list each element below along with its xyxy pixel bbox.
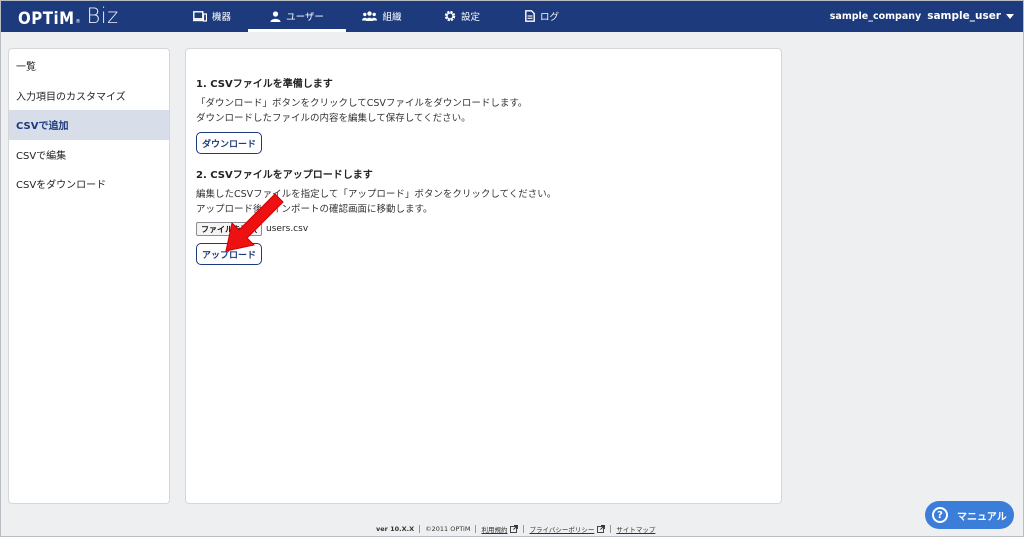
nav-organization[interactable]: 組織 — [346, 0, 418, 32]
footer-separator — [475, 525, 477, 533]
sidebar-item-csv-download[interactable]: CSVをダウンロード — [9, 169, 169, 199]
manual-label: マニュアル — [957, 511, 1007, 523]
nav-settings-label: 設定 — [460, 12, 480, 23]
nav-log-label: ログ — [539, 12, 559, 23]
nav-devices-label: 機器 — [211, 12, 231, 23]
external-link-icon — [510, 525, 519, 533]
footer-separator — [523, 525, 525, 533]
footer-separator — [419, 525, 421, 533]
help-icon: ? — [932, 507, 948, 523]
step1-title: 1. CSVファイルを準備します — [196, 79, 333, 90]
sidebar-item-csv-add[interactable]: CSVで追加 — [9, 110, 169, 140]
device-icon — [192, 10, 207, 22]
user-menu[interactable]: sample_company sample_user — [830, 0, 1014, 32]
document-icon — [525, 10, 535, 22]
nav-users[interactable]: ユーザー — [248, 0, 346, 32]
copyright-text: ©2011 OPTiM — [425, 525, 471, 533]
nav-settings[interactable]: 設定 — [426, 0, 498, 32]
terms-link[interactable]: 利用規約 — [481, 524, 507, 534]
top-header: OPTiM ® Biz 機器 ユーザー 組織 設定 ログ sample_comp… — [0, 0, 1024, 32]
step1-section: 1. CSVファイルを準備します 「ダウンロード」ボタンをクリックしてCSVファ… — [196, 75, 527, 154]
main-panel: 1. CSVファイルを準備します 「ダウンロード」ボタンをクリックしてCSVファ… — [185, 48, 782, 504]
download-button[interactable]: ダウンロード — [196, 132, 263, 154]
sidebar-item-customize-fields[interactable]: 入力項目のカスタマイズ — [9, 81, 169, 111]
logo-main-text: OPTiM — [18, 7, 75, 29]
nav-organization-label: 組織 — [382, 12, 402, 23]
main-nav: 機器 ユーザー 組織 設定 ログ — [176, 0, 586, 32]
sidebar-item-csv-edit[interactable]: CSVで編集 — [9, 140, 169, 170]
user-icon — [270, 10, 281, 22]
manual-button[interactable]: ? マニュアル — [925, 501, 1014, 529]
logo-sub-text: Biz — [86, 4, 119, 28]
group-icon — [362, 11, 378, 21]
step2-title: 2. CSVファイルをアップロードします — [196, 170, 373, 181]
optim-biz-logo[interactable]: OPTiM ® Biz — [18, 4, 119, 28]
footer: ver 10.X.X ©2011 OPTiM 利用規約 プライバシーポリシー サ… — [376, 523, 655, 535]
sidebar: 一覧 入力項目のカスタマイズ CSVで追加 CSVで編集 CSVをダウンロード — [8, 48, 170, 504]
red-arrow-annotation — [225, 193, 284, 252]
company-name: sample_company — [829, 10, 922, 22]
step1-desc-line2: ダウンロードしたファイルの内容を編集して保存してください。 — [196, 113, 471, 124]
nav-users-label: ユーザー — [286, 12, 324, 23]
footer-separator — [610, 525, 612, 533]
caret-down-icon — [1006, 13, 1014, 19]
user-name: sample_user — [927, 10, 1001, 22]
sidebar-item-list[interactable]: 一覧 — [9, 51, 169, 81]
version-text: ver 10.X.X — [376, 525, 415, 533]
external-link-icon — [597, 525, 606, 533]
nav-log[interactable]: ログ — [506, 0, 578, 32]
gear-icon — [444, 10, 456, 22]
privacy-link[interactable]: プライバシーポリシー — [529, 524, 594, 534]
step1-desc-line1: 「ダウンロード」ボタンをクリックしてCSVファイルをダウンロードします。 — [196, 98, 528, 109]
sitemap-link[interactable]: サイトマップ — [616, 524, 655, 534]
logo-trademark: ® — [75, 19, 81, 25]
nav-devices[interactable]: 機器 — [176, 0, 248, 32]
